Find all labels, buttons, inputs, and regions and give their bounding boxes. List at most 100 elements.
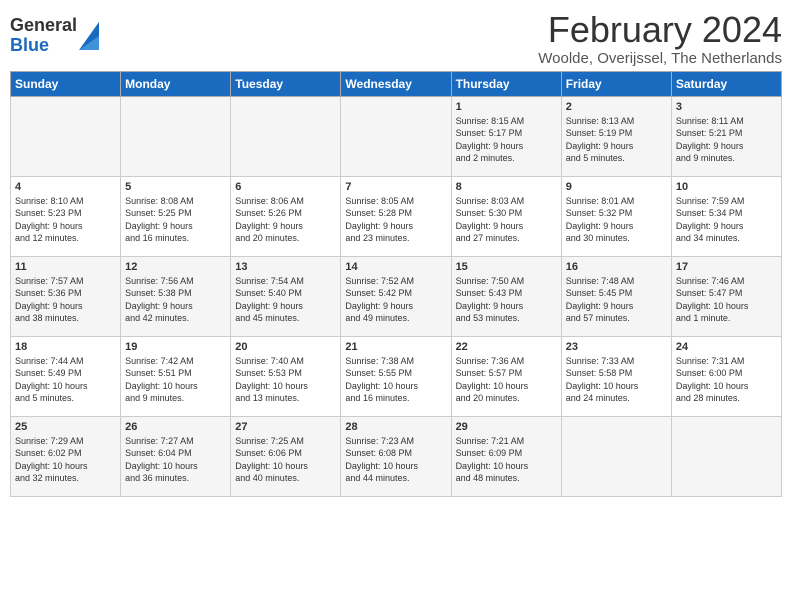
weekday-header-thursday: Thursday: [451, 71, 561, 96]
day-number: 15: [456, 261, 557, 273]
day-number: 16: [566, 261, 667, 273]
calendar-week-row: 18 Sunrise: 7:44 AM Sunset: 5:49 PM Dayli…: [11, 336, 782, 416]
calendar-cell: 19Sunrise: 7:42 AM Sunset: 5:51 PM Dayli…: [121, 336, 231, 416]
calendar-cell: 13 Sunrise: 7:54 AM Sunset: 5:40 PM Dayli…: [231, 256, 341, 336]
calendar-cell: 23 Sunrise: 7:33 AM Sunset: 5:58 PM Dayli…: [561, 336, 671, 416]
day-content: Sunrise: 7:29 AM Sunset: 6:02 PM Dayligh…: [15, 435, 116, 485]
day-content: Sunrise: 8:11 AM Sunset: 5:21 PM Dayligh…: [676, 115, 777, 165]
calendar-cell: 25 Sunrise: 7:29 AM Sunset: 6:02 PM Dayli…: [11, 416, 121, 496]
weekday-header-sunday: Sunday: [11, 71, 121, 96]
logo-icon: [79, 22, 99, 50]
logo-general-text: General: [10, 16, 77, 36]
calendar-cell: 17 Sunrise: 7:46 AM Sunset: 5:47 PM Dayli…: [671, 256, 781, 336]
calendar-cell: [231, 96, 341, 176]
day-number: 9: [566, 181, 667, 193]
page-header: General Blue February 2024 Woolde, Overi…: [10, 10, 782, 67]
day-number: 4: [15, 181, 116, 193]
day-content: Sunrise: 7:23 AM Sunset: 6:08 PM Dayligh…: [345, 435, 446, 485]
day-content: Sunrise: 7:56 AM Sunset: 5:38 PM Dayligh…: [125, 275, 226, 325]
day-content: Sunrise: 7:57 AM Sunset: 5:36 PM Dayligh…: [15, 275, 116, 325]
calendar-cell: 26Sunrise: 7:27 AM Sunset: 6:04 PM Dayli…: [121, 416, 231, 496]
day-number: 2: [566, 101, 667, 113]
day-content: Sunrise: 7:21 AM Sunset: 6:09 PM Dayligh…: [456, 435, 557, 485]
calendar-cell: 29Sunrise: 7:21 AM Sunset: 6:09 PM Dayli…: [451, 416, 561, 496]
calendar-cell: 27 Sunrise: 7:25 AM Sunset: 6:06 PM Dayli…: [231, 416, 341, 496]
calendar-week-row: 25 Sunrise: 7:29 AM Sunset: 6:02 PM Dayli…: [11, 416, 782, 496]
calendar-week-row: 11 Sunrise: 7:57 AM Sunset: 5:36 PM Dayli…: [11, 256, 782, 336]
weekday-header-row: SundayMondayTuesdayWednesdayThursdayFrid…: [11, 71, 782, 96]
day-content: Sunrise: 7:46 AM Sunset: 5:47 PM Dayligh…: [676, 275, 777, 325]
day-number: 19: [125, 341, 226, 353]
calendar-cell: 6 Sunrise: 8:06 AM Sunset: 5:26 PM Daylig…: [231, 176, 341, 256]
day-content: Sunrise: 7:54 AM Sunset: 5:40 PM Dayligh…: [235, 275, 336, 325]
day-content: Sunrise: 8:03 AM Sunset: 5:30 PM Dayligh…: [456, 195, 557, 245]
weekday-header-tuesday: Tuesday: [231, 71, 341, 96]
day-content: Sunrise: 7:44 AM Sunset: 5:49 PM Dayligh…: [15, 355, 116, 405]
location-subtitle: Woolde, Overijssel, The Netherlands: [538, 50, 782, 67]
day-number: 7: [345, 181, 446, 193]
calendar-cell: 3 Sunrise: 8:11 AM Sunset: 5:21 PM Daylig…: [671, 96, 781, 176]
day-content: Sunrise: 8:08 AM Sunset: 5:25 PM Dayligh…: [125, 195, 226, 245]
day-number: 27: [235, 421, 336, 433]
calendar-cell: 14Sunrise: 7:52 AM Sunset: 5:42 PM Dayli…: [341, 256, 451, 336]
day-number: 3: [676, 101, 777, 113]
calendar-cell: 8 Sunrise: 8:03 AM Sunset: 5:30 PM Daylig…: [451, 176, 561, 256]
calendar-cell: 18 Sunrise: 7:44 AM Sunset: 5:49 PM Dayli…: [11, 336, 121, 416]
calendar-cell: 7 Sunrise: 8:05 AM Sunset: 5:28 PM Daylig…: [341, 176, 451, 256]
day-content: Sunrise: 7:36 AM Sunset: 5:57 PM Dayligh…: [456, 355, 557, 405]
day-content: Sunrise: 7:59 AM Sunset: 5:34 PM Dayligh…: [676, 195, 777, 245]
day-content: Sunrise: 7:50 AM Sunset: 5:43 PM Dayligh…: [456, 275, 557, 325]
weekday-header-wednesday: Wednesday: [341, 71, 451, 96]
day-number: 21: [345, 341, 446, 353]
calendar-cell: 28 Sunrise: 7:23 AM Sunset: 6:08 PM Dayli…: [341, 416, 451, 496]
day-number: 26: [125, 421, 226, 433]
day-number: 11: [15, 261, 116, 273]
calendar-cell: 9 Sunrise: 8:01 AM Sunset: 5:32 PM Daylig…: [561, 176, 671, 256]
calendar-cell: 22 Sunrise: 7:36 AM Sunset: 5:57 PM Dayli…: [451, 336, 561, 416]
day-number: 18: [15, 341, 116, 353]
day-number: 5: [125, 181, 226, 193]
day-number: 17: [676, 261, 777, 273]
day-number: 12: [125, 261, 226, 273]
day-content: Sunrise: 7:33 AM Sunset: 5:58 PM Dayligh…: [566, 355, 667, 405]
day-number: 20: [235, 341, 336, 353]
day-content: Sunrise: 8:10 AM Sunset: 5:23 PM Dayligh…: [15, 195, 116, 245]
day-number: 14: [345, 261, 446, 273]
title-block: February 2024 Woolde, Overijssel, The Ne…: [538, 10, 782, 67]
day-number: 28: [345, 421, 446, 433]
day-number: 6: [235, 181, 336, 193]
calendar-cell: 20Sunrise: 7:40 AM Sunset: 5:53 PM Dayli…: [231, 336, 341, 416]
calendar-week-row: 1 Sunrise: 8:15 AM Sunset: 5:17 PM Daylig…: [11, 96, 782, 176]
day-content: Sunrise: 7:38 AM Sunset: 5:55 PM Dayligh…: [345, 355, 446, 405]
calendar-cell: 11 Sunrise: 7:57 AM Sunset: 5:36 PM Dayli…: [11, 256, 121, 336]
calendar-cell: [341, 96, 451, 176]
day-content: Sunrise: 8:13 AM Sunset: 5:19 PM Dayligh…: [566, 115, 667, 165]
day-content: Sunrise: 8:01 AM Sunset: 5:32 PM Dayligh…: [566, 195, 667, 245]
day-content: Sunrise: 7:25 AM Sunset: 6:06 PM Dayligh…: [235, 435, 336, 485]
day-content: Sunrise: 8:06 AM Sunset: 5:26 PM Dayligh…: [235, 195, 336, 245]
calendar-table: SundayMondayTuesdayWednesdayThursdayFrid…: [10, 71, 782, 497]
calendar-cell: [121, 96, 231, 176]
day-number: 8: [456, 181, 557, 193]
day-content: Sunrise: 7:31 AM Sunset: 6:00 PM Dayligh…: [676, 355, 777, 405]
day-number: 25: [15, 421, 116, 433]
weekday-header-friday: Friday: [561, 71, 671, 96]
logo-blue-text: Blue: [10, 36, 77, 56]
day-content: Sunrise: 8:15 AM Sunset: 5:17 PM Dayligh…: [456, 115, 557, 165]
day-number: 10: [676, 181, 777, 193]
calendar-cell: 4 Sunrise: 8:10 AM Sunset: 5:23 PM Daylig…: [11, 176, 121, 256]
calendar-cell: 10 Sunrise: 7:59 AM Sunset: 5:34 PM Dayli…: [671, 176, 781, 256]
calendar-cell: [11, 96, 121, 176]
calendar-cell: 1 Sunrise: 8:15 AM Sunset: 5:17 PM Daylig…: [451, 96, 561, 176]
calendar-week-row: 4 Sunrise: 8:10 AM Sunset: 5:23 PM Daylig…: [11, 176, 782, 256]
day-number: 13: [235, 261, 336, 273]
calendar-cell: 12 Sunrise: 7:56 AM Sunset: 5:38 PM Dayli…: [121, 256, 231, 336]
calendar-cell: [561, 416, 671, 496]
weekday-header-monday: Monday: [121, 71, 231, 96]
weekday-header-saturday: Saturday: [671, 71, 781, 96]
day-content: Sunrise: 8:05 AM Sunset: 5:28 PM Dayligh…: [345, 195, 446, 245]
day-number: 22: [456, 341, 557, 353]
day-number: 1: [456, 101, 557, 113]
day-content: Sunrise: 7:48 AM Sunset: 5:45 PM Dayligh…: [566, 275, 667, 325]
day-number: 23: [566, 341, 667, 353]
